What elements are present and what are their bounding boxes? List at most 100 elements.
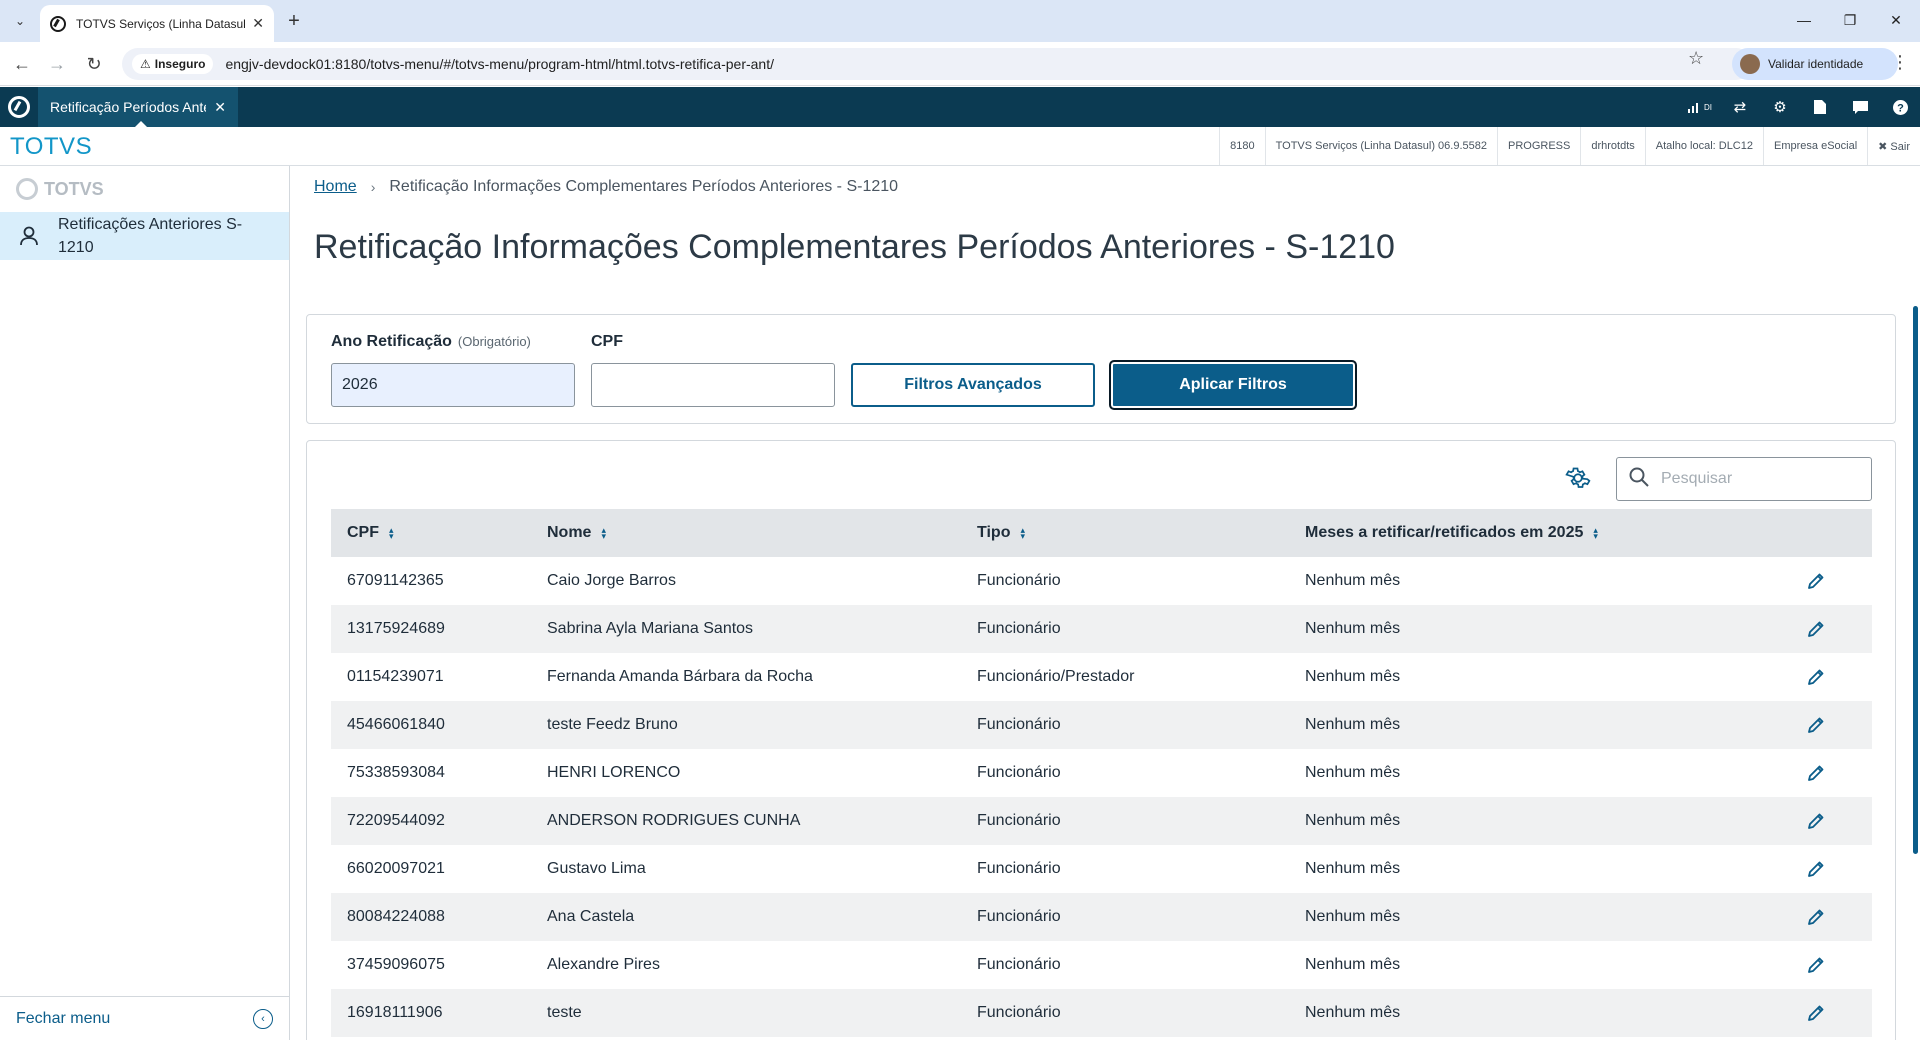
edit-pencil-icon[interactable]: [1806, 859, 1826, 879]
warning-icon: ⚠: [140, 57, 151, 71]
edit-pencil-icon[interactable]: [1806, 763, 1826, 783]
table-row[interactable]: 13175924689 Sabrina Ayla Mariana Santos Fu…: [331, 605, 1872, 653]
search-input[interactable]: Pesquisar: [1616, 457, 1872, 501]
collapse-chevron-icon[interactable]: ‹: [253, 1008, 273, 1029]
cell-meses: Nenhum mês: [1305, 572, 1401, 589]
tab-search-chevron-icon[interactable]: ⌄: [8, 9, 32, 33]
back-icon[interactable]: ←: [10, 52, 34, 76]
table-row[interactable]: 80084224088 Ana Castela Funcionário Nenhum …: [331, 893, 1872, 941]
column-header-meses[interactable]: Meses a retificar/retificados em 2025 ▴ ▾: [1289, 509, 1789, 557]
browser-tab[interactable]: TOTVS Serviços (Linha Datasul) ✕: [40, 5, 274, 42]
program-tab-label: Retificação Períodos Anteriores - S-1210: [50, 99, 206, 115]
search-icon: [1629, 467, 1649, 492]
breadcrumb-home-link[interactable]: Home: [314, 178, 357, 196]
close-menu-bar[interactable]: Fechar menu ‹: [0, 996, 289, 1040]
apply-filters-button[interactable]: Aplicar Filtros: [1109, 360, 1357, 410]
edit-pencil-icon[interactable]: [1806, 667, 1826, 687]
info-item: Atalho local: DLC12: [1644, 127, 1763, 165]
shuffle-icon[interactable]: ⇄: [1720, 87, 1760, 127]
profile-button[interactable]: Validar identidade: [1732, 48, 1898, 80]
sort-icon[interactable]: ▴ ▾: [389, 526, 394, 541]
table-row[interactable]: 45466061840 teste Feedz Bruno Funcionário N…: [331, 701, 1872, 749]
reload-icon[interactable]: ↻: [82, 52, 106, 76]
gear-icon[interactable]: ⚙: [1760, 87, 1800, 127]
cell-tipo: Funcionário: [977, 716, 1061, 733]
table-settings-gear-icon[interactable]: [1565, 465, 1591, 491]
url-text[interactable]: engjv-devdock01:8180/totvs-menu/#/totvs-…: [225, 56, 774, 72]
cell-cpf: 16918111906: [347, 1004, 443, 1021]
omnibox[interactable]: ⚠ Inseguro engjv-devdock01:8180/totvs-me…: [122, 48, 1752, 80]
close-tab-icon[interactable]: ✕: [252, 15, 264, 32]
browser-menu-icon[interactable]: ⋮: [1888, 52, 1912, 73]
program-tab[interactable]: Retificação Períodos Anteriores - S-1210…: [38, 87, 238, 128]
table-row[interactable]: 37459096075 Alexandre Pires Funcionário Nen…: [331, 941, 1872, 989]
column-label: Tipo: [977, 524, 1011, 541]
restore-icon[interactable]: ❐: [1832, 8, 1868, 32]
signal-di-icon[interactable]: DI: [1680, 87, 1720, 127]
cell-cpf: 80084224088: [347, 908, 445, 925]
sidebar-item-retificacoes[interactable]: Retificações Anteriores S-1210: [0, 212, 289, 260]
profile-label: Validar identidade: [1768, 57, 1864, 71]
column-header-cpf[interactable]: CPF ▴ ▾: [331, 509, 531, 557]
svg-text:?: ?: [1897, 102, 1904, 114]
ano-label-text: Ano Retificação: [331, 333, 452, 350]
ano-retificacao-input[interactable]: 2026: [331, 363, 575, 407]
column-header-tipo[interactable]: Tipo ▴ ▾: [961, 509, 1289, 557]
cell-meses: Nenhum mês: [1305, 812, 1401, 829]
table-row[interactable]: 01154239071 Fernanda Amanda Bárbara da Ro…: [331, 653, 1872, 701]
logout-link[interactable]: ✖ Sair: [1867, 127, 1920, 165]
table-row[interactable]: 72209544092 ANDERSON RODRIGUES CUNHA Funci…: [331, 797, 1872, 845]
address-bar: ← → ↻ ⚠ Inseguro engjv-devdock01:8180/to…: [0, 42, 1920, 86]
cell-tipo: Funcionário: [977, 1004, 1061, 1021]
advanced-filters-button[interactable]: Filtros Avançados: [851, 363, 1095, 407]
edit-pencil-icon[interactable]: [1806, 715, 1826, 735]
help-icon[interactable]: ?: [1880, 87, 1920, 127]
cell-tipo: Funcionário: [977, 956, 1061, 973]
cpf-input[interactable]: [591, 363, 835, 407]
edit-pencil-icon[interactable]: [1806, 619, 1826, 639]
new-tab-icon[interactable]: +: [282, 9, 306, 33]
sort-icon[interactable]: ▴ ▾: [601, 526, 606, 541]
cell-cpf: 13175924689: [347, 620, 445, 637]
table-row[interactable]: 16918111906 teste Funcionário Nenhum mês: [331, 989, 1872, 1037]
column-header-nome[interactable]: Nome ▴ ▾: [531, 509, 961, 557]
info-item: drhrotdts: [1580, 127, 1644, 165]
edit-pencil-icon[interactable]: [1806, 955, 1826, 975]
info-item: PROGRESS: [1496, 127, 1580, 165]
table-row[interactable]: 66020097021 Gustavo Lima Funcionário Nenhum…: [331, 845, 1872, 893]
edit-pencil-icon[interactable]: [1806, 1003, 1826, 1023]
security-label: Inseguro: [154, 57, 206, 71]
cell-tipo: Funcionário: [977, 572, 1061, 589]
bookmark-star-icon[interactable]: ☆: [1688, 48, 1704, 69]
edit-pencil-icon[interactable]: [1806, 571, 1826, 591]
cell-cpf: 45466061840: [347, 716, 445, 733]
close-menu-label[interactable]: Fechar menu: [16, 1010, 253, 1028]
minimize-icon[interactable]: —: [1786, 8, 1822, 32]
cell-meses: Nenhum mês: [1305, 908, 1401, 925]
breadcrumb: Home › Retificação Informações Complemen…: [314, 178, 898, 196]
edit-pencil-icon[interactable]: [1806, 811, 1826, 831]
cell-nome: teste: [547, 1004, 582, 1021]
sidebar-logo-text: TOTVS: [44, 178, 104, 199]
sort-icon[interactable]: ▴ ▾: [1593, 526, 1598, 541]
info-item: TOTVS Serviços (Linha Datasul) 06.9.5582: [1264, 127, 1497, 165]
page-scrollbar[interactable]: [1913, 306, 1918, 854]
browser-tab-title: TOTVS Serviços (Linha Datasul): [76, 16, 247, 31]
column-label: CPF: [347, 524, 379, 541]
close-window-icon[interactable]: ✕: [1878, 8, 1914, 32]
table-row[interactable]: 75338593084 HENRI LORENCO Funcionário Nenhu…: [331, 749, 1872, 797]
forward-icon[interactable]: →: [45, 52, 69, 76]
cell-meses: Nenhum mês: [1305, 1004, 1401, 1021]
security-chip[interactable]: ⚠ Inseguro: [132, 54, 214, 74]
info-item: Empresa eSocial: [1763, 127, 1867, 165]
chat-icon[interactable]: [1840, 87, 1880, 127]
document-icon[interactable]: [1800, 87, 1840, 127]
totvs-logo-icon[interactable]: [8, 96, 30, 118]
table-row[interactable]: 67091142365 Caio Jorge Barros Funcionário N…: [331, 557, 1872, 605]
edit-pencil-icon[interactable]: [1806, 907, 1826, 927]
sidebar-item-label: Retificações Anteriores S-1210: [58, 216, 243, 256]
ano-label: Ano Retificação (Obrigatório): [331, 333, 531, 351]
table-header: CPF ▴ ▾ Nome ▴ ▾ Tipo ▴ ▾ Meses a retificar/re…: [331, 509, 1872, 557]
close-program-tab-icon[interactable]: ✕: [214, 99, 226, 116]
sort-icon[interactable]: ▴ ▾: [1020, 526, 1025, 541]
